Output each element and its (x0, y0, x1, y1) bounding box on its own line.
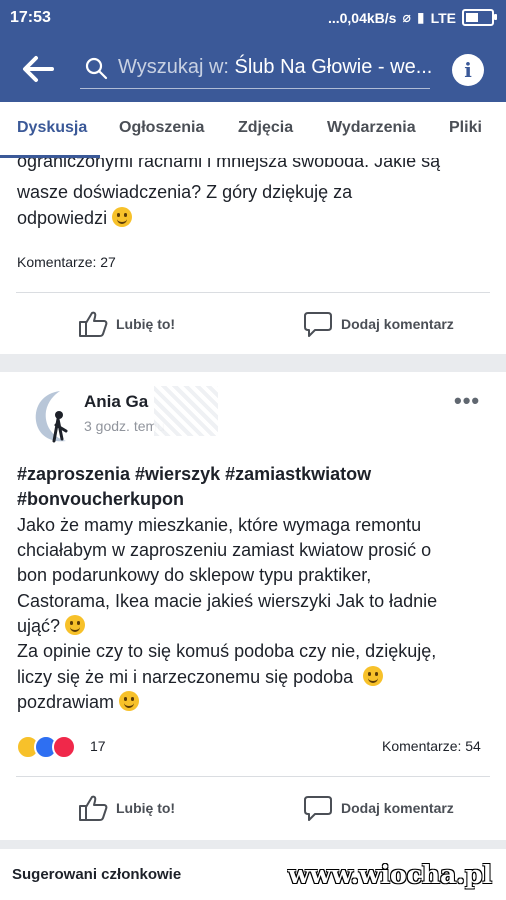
info-icon[interactable]: i (452, 54, 484, 86)
network-type: LTE (430, 9, 456, 26)
like-label: Lubię to! (116, 316, 176, 332)
author-name[interactable]: Ania Ga (84, 392, 148, 412)
tab-ogloszenia[interactable]: Ogłoszenia (119, 119, 204, 137)
thumbs-up-icon (79, 311, 108, 337)
group-search-field[interactable]: Wyszukaj w: Ślub Na Głowie - we... (80, 50, 432, 89)
tab-zdjecia[interactable]: Zdjęcia (238, 119, 293, 137)
search-placeholder: Wyszukaj w: (118, 56, 229, 78)
comment-count[interactable]: Komentarze: 27 (17, 254, 116, 270)
signal-icon: ▮ (416, 9, 425, 25)
post-text-line: Za opinie czy to się komuś podoba czy ni… (17, 641, 437, 661)
pixelated-redaction (154, 386, 218, 436)
hashtags[interactable]: #zaproszenia #wierszyk #zamiastkwiatow (17, 462, 371, 487)
post-text-line: Jako że mamy mieszkanie, które wymaga re… (17, 515, 422, 535)
comment-label: Dodaj komentarz (341, 316, 454, 332)
smile-emoji-icon (112, 207, 133, 227)
post-time[interactable]: 3 godz. temu (84, 418, 165, 434)
like-button[interactable]: Lubię to! (78, 794, 175, 822)
comment-icon (304, 796, 332, 821)
comment-label: Dodaj komentarz (341, 800, 454, 816)
post-text-line: Castorama, Ikea macie jakieś wierszyki J… (17, 591, 438, 611)
post-text-line: pozdrawiam (17, 692, 115, 712)
post-text-line: liczy się że mi i narzeczonemu się podob… (17, 667, 354, 687)
group-tabs: Dyskusja Ogłoszenia Zdjęcia Wydarzenia P… (0, 102, 506, 159)
post-text-line: bon podarunkowy do sklepow typu praktike… (17, 565, 372, 585)
status-bar: 17:53 ...0,04kB/s ⌀ ▮ LTE (0, 0, 506, 36)
smile-emoji-icon (119, 691, 140, 711)
post-text-line: wasze doświadczenia? Z góry dziękuję za (17, 182, 353, 202)
battery-icon (462, 9, 497, 26)
hashtags[interactable]: #bonvoucherkupon (17, 487, 184, 512)
comment-button[interactable]: Dodaj komentarz (303, 794, 454, 822)
comment-button[interactable]: Dodaj komentarz (303, 310, 454, 338)
tab-wydarzenia[interactable]: Wydarzenia (327, 119, 416, 137)
comment-icon (304, 312, 332, 337)
status-indicators: ...0,04kB/s ⌀ ▮ LTE (327, 9, 497, 26)
reaction-count[interactable]: 17 (90, 738, 106, 754)
thumbs-up-icon (79, 795, 108, 821)
love-reaction-icon (52, 735, 76, 759)
post-text-line: chciałabym w zaproszeniu zamiast kwiatow… (17, 540, 432, 560)
more-options-icon[interactable]: ••• (454, 388, 480, 414)
back-button[interactable] (18, 52, 56, 86)
smile-emoji-icon (65, 615, 86, 635)
post-text-line: ująć? (17, 616, 61, 636)
search-text: Wyszukaj w: Ślub Na Głowie - we... (118, 56, 432, 79)
smile-emoji-icon (363, 666, 384, 686)
group-name: Ślub Na Głowie - we... (234, 56, 433, 78)
app-bar: Wyszukaj w: Ślub Na Głowie - we... i (0, 36, 506, 102)
alarm-icon: ⌀ (402, 9, 411, 25)
post-card: ograniczonymi rachami i mniejsza swoboda… (0, 158, 506, 354)
reactions[interactable] (16, 735, 90, 759)
back-arrow-icon (23, 56, 54, 82)
search-icon (85, 57, 108, 80)
avatar[interactable] (32, 389, 74, 445)
watermark: www.wiocha.pl (288, 860, 492, 889)
comment-count[interactable]: Komentarze: 54 (382, 738, 481, 754)
like-button[interactable]: Lubię to! (78, 310, 175, 338)
divider (16, 292, 490, 293)
section-title: Sugerowani członkowie (12, 866, 182, 883)
tab-pliki[interactable]: Pliki (449, 119, 482, 137)
divider (16, 776, 490, 777)
post-text-line: odpowiedzi (17, 208, 108, 228)
post-card: Ania Ga 3 godz. temu ••• #zaproszenia #w… (0, 372, 506, 840)
tab-dyskusja[interactable]: Dyskusja (17, 119, 87, 137)
network-speed: ...0,04kB/s (327, 9, 397, 26)
status-time: 17:53 (10, 9, 51, 26)
suggested-members-section: Sugerowani członkowie www.wiocha.pl (0, 849, 506, 900)
like-label: Lubię to! (116, 800, 176, 816)
